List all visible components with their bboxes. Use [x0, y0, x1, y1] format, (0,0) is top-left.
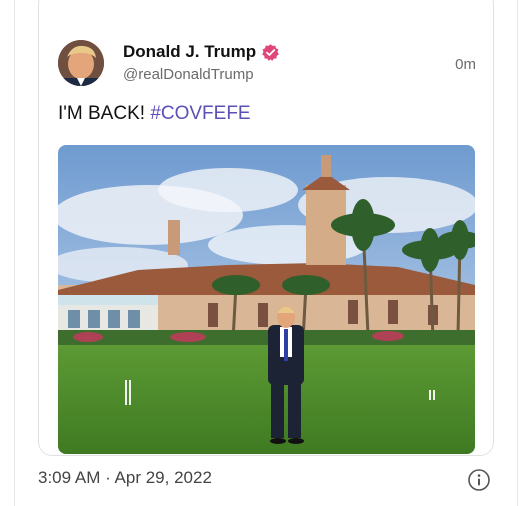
- user-handle[interactable]: @realDonaldTrump: [123, 66, 254, 83]
- avatar-image: [58, 40, 104, 86]
- photo-image: [58, 145, 475, 454]
- verified-badge-icon: [262, 43, 280, 61]
- tweet-photo[interactable]: [58, 145, 475, 454]
- avatar[interactable]: [58, 40, 104, 86]
- display-name-text[interactable]: Donald J. Trump: [123, 42, 256, 62]
- tweet-text: I'M BACK! #COVFEFE: [58, 103, 251, 125]
- tweet-text-main: I'M BACK!: [58, 103, 151, 124]
- tweet-timestamp[interactable]: 3:09 AM · Apr 29, 2022: [38, 468, 212, 488]
- hashtag-link[interactable]: #COVFEFE: [150, 103, 250, 124]
- display-name[interactable]: Donald J. Trump: [123, 42, 280, 62]
- time-ago: 0m: [455, 56, 476, 73]
- info-icon[interactable]: [467, 468, 491, 492]
